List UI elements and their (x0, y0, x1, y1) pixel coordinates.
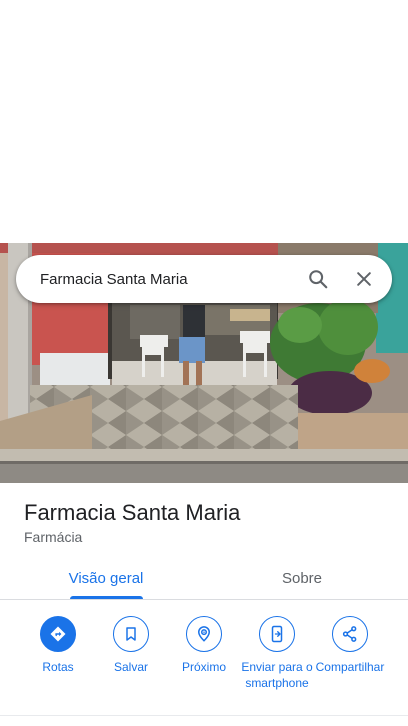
tab-bar: Visão geral Sobre (0, 556, 408, 600)
nearby-button[interactable]: Próximo (166, 616, 242, 675)
save-button-circle (113, 616, 149, 652)
save-button[interactable]: Salvar (93, 616, 169, 675)
nearby-icon (197, 626, 211, 642)
send-to-phone-icon (271, 625, 283, 643)
share-button[interactable]: Compartilhar (312, 616, 388, 675)
save-label: Salvar (113, 660, 148, 674)
tab-about[interactable]: Sobre (200, 556, 404, 600)
place-category: Farmácia (24, 529, 83, 545)
share-button-circle (332, 616, 368, 652)
search-bar[interactable]: Farmacia Santa Maria (16, 255, 392, 303)
send-to-phone-button[interactable]: Enviar para o smartphone (239, 616, 315, 691)
search-icon (309, 270, 328, 289)
directions-button[interactable]: Rotas (20, 616, 96, 675)
tab-indicator (70, 596, 143, 599)
search-input[interactable]: Farmacia Santa Maria (40, 271, 292, 288)
share-icon (342, 626, 357, 642)
tab-overview[interactable]: Visão geral (4, 556, 208, 600)
directions-button-circle (40, 616, 76, 652)
divider (0, 715, 408, 716)
send-to-phone-label: Enviar para o smartphone (241, 660, 313, 690)
bookmark-icon (126, 627, 136, 641)
action-bar: Rotas Salvar Próximo Enviar para o smart… (0, 600, 408, 726)
send-to-phone-button-circle (259, 616, 295, 652)
nearby-button-circle (186, 616, 222, 652)
map-blank-area (0, 0, 408, 243)
directions-label: Rotas (42, 660, 74, 674)
close-button[interactable] (344, 259, 384, 299)
close-icon (357, 272, 371, 286)
place-title: Farmacia Santa Maria (24, 500, 241, 525)
search-button[interactable] (298, 259, 338, 299)
nearby-label: Próximo (181, 660, 226, 674)
share-label: Compartilhar (315, 660, 385, 674)
directions-icon (50, 626, 66, 642)
